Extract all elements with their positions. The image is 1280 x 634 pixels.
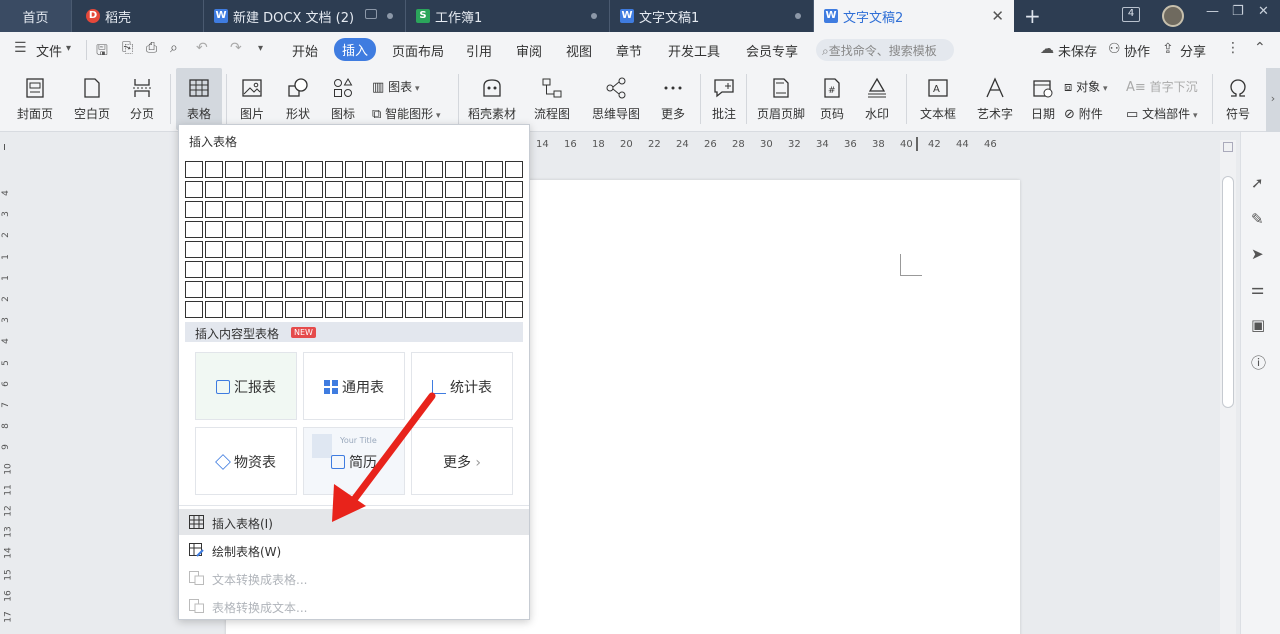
annotation-arrow-shaft (346, 392, 436, 509)
annotation-arrow-overlay (332, 392, 436, 522)
